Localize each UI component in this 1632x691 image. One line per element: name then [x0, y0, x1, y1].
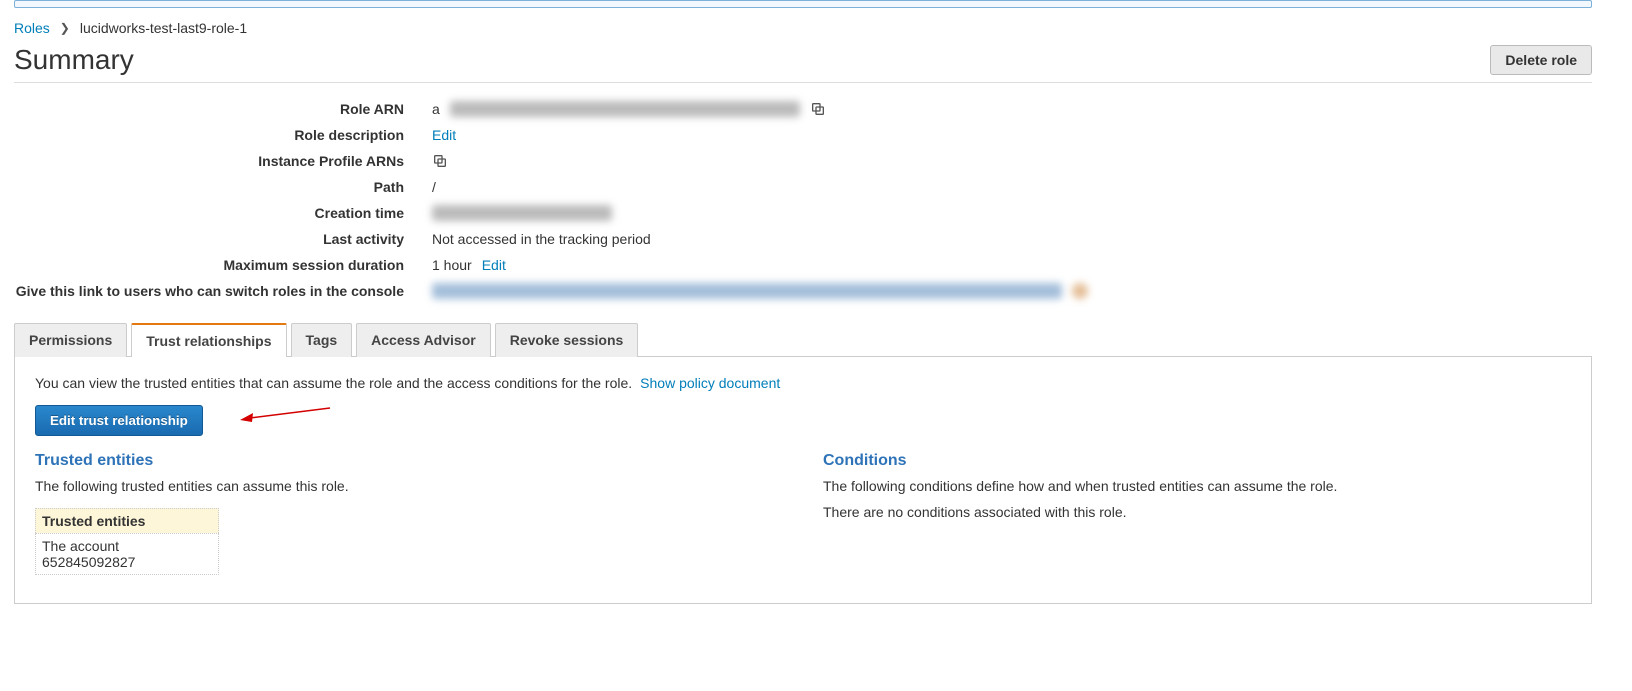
- trust-description: You can view the trusted entities that c…: [35, 375, 632, 391]
- value-role-description: Edit: [432, 127, 1592, 143]
- conditions-empty-text: There are no conditions associated with …: [823, 504, 1571, 520]
- tab-permissions[interactable]: Permissions: [14, 323, 127, 357]
- label-instance-profile: Instance Profile ARNs: [14, 153, 404, 169]
- edit-trust-relationship-button[interactable]: Edit trust relationship: [35, 405, 203, 436]
- chevron-right-icon: ❯: [60, 21, 70, 35]
- breadcrumb-roles-link[interactable]: Roles: [14, 20, 50, 36]
- tab-tags[interactable]: Tags: [291, 323, 353, 357]
- breadcrumb-current: lucidworks-test-last9-role-1: [80, 20, 247, 36]
- value-max-session: 1 hour Edit: [432, 257, 1592, 273]
- role-arn-prefix: a: [432, 101, 440, 117]
- redacted-creation-time: [432, 205, 612, 221]
- conditions-description: The following conditions define how and …: [823, 478, 1571, 494]
- tab-trust-relationships[interactable]: Trust relationships: [131, 323, 286, 357]
- label-switch-link: Give this link to users who can switch r…: [14, 283, 404, 299]
- value-role-arn: a: [432, 101, 1592, 117]
- max-session-duration-text: 1 hour: [432, 257, 472, 273]
- page-title: Summary: [14, 44, 134, 76]
- info-banner: [14, 0, 1592, 8]
- label-creation-time: Creation time: [14, 205, 404, 221]
- delete-role-button[interactable]: Delete role: [1490, 45, 1592, 75]
- copy-arn-icon[interactable]: [810, 101, 826, 117]
- tab-revoke-sessions[interactable]: Revoke sessions: [495, 323, 639, 357]
- role-details: Role ARN a Role description Edit Instanc…: [14, 101, 1592, 299]
- trusted-entities-table: Trusted entities The account 65284509282…: [35, 508, 783, 575]
- label-role-arn: Role ARN: [14, 101, 404, 117]
- annotation-arrow-icon: [235, 400, 335, 428]
- breadcrumb: Roles ❯ lucidworks-test-last9-role-1: [14, 20, 1592, 36]
- label-max-session: Maximum session duration: [14, 257, 404, 273]
- label-last-activity: Last activity: [14, 231, 404, 247]
- show-policy-document-link[interactable]: Show policy document: [640, 375, 780, 391]
- value-last-activity: Not accessed in the tracking period: [432, 231, 1592, 247]
- tab-access-advisor[interactable]: Access Advisor: [356, 323, 491, 357]
- value-path: /: [432, 179, 1592, 195]
- conditions-section: Conditions The following conditions defi…: [823, 452, 1571, 575]
- label-path: Path: [14, 179, 404, 195]
- trust-relationships-panel: You can view the trusted entities that c…: [14, 356, 1592, 604]
- redacted-badge: [1072, 283, 1088, 299]
- edit-description-link[interactable]: Edit: [432, 127, 456, 143]
- copy-instance-profile-icon[interactable]: [432, 153, 448, 169]
- trusted-entities-table-header: Trusted entities: [35, 508, 219, 533]
- trusted-entities-section: Trusted entities The following trusted e…: [35, 452, 783, 575]
- edit-max-session-link[interactable]: Edit: [482, 257, 506, 273]
- value-instance-profile: [432, 153, 1592, 169]
- redacted-switch-link: [432, 283, 1062, 299]
- tabs: Permissions Trust relationships Tags Acc…: [14, 323, 1592, 357]
- trusted-entities-description: The following trusted entities can assum…: [35, 478, 783, 494]
- trusted-entities-table-row: The account 652845092827: [35, 533, 219, 575]
- value-creation-time: [432, 205, 1592, 221]
- conditions-heading: Conditions: [823, 452, 1571, 470]
- redacted-arn: [450, 101, 800, 117]
- label-role-description: Role description: [14, 127, 404, 143]
- trusted-entities-heading: Trusted entities: [35, 452, 783, 470]
- value-switch-link: [432, 283, 1592, 299]
